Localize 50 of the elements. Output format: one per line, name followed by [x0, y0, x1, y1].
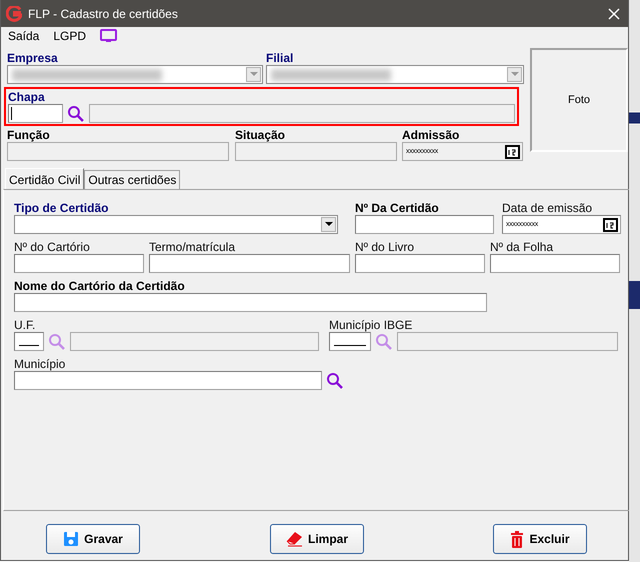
menu-item[interactable]: LGPD — [53, 28, 86, 42]
field-label: Nº do Cartório — [14, 240, 91, 254]
delete-button[interactable]: Excluir — [493, 524, 587, 554]
calendar-icon[interactable] — [603, 218, 618, 232]
eraser-icon — [284, 531, 303, 547]
field-label: Termo/matrícula — [149, 240, 236, 254]
photo-label: Foto — [568, 94, 590, 106]
close-icon[interactable] — [608, 8, 620, 20]
field-label: Município — [14, 357, 66, 371]
field-label: Tipo de Certidão — [14, 201, 110, 215]
municipio-field[interactable] — [14, 371, 322, 390]
field-label: Admissão — [402, 128, 460, 142]
field-label: U.F. — [14, 318, 36, 332]
window-title: FLP - Cadastro de certidões — [28, 6, 179, 20]
logo-icon — [6, 6, 22, 22]
clear-button[interactable]: Limpar — [270, 524, 364, 554]
search-icon[interactable] — [326, 372, 344, 390]
dropdown-arrow-icon — [510, 72, 518, 77]
livro-field[interactable] — [355, 254, 485, 273]
field-label: Data de emissão — [502, 201, 594, 215]
field-label: Situação — [235, 128, 286, 142]
field-label: Nº Da Certidão — [355, 201, 440, 215]
tab[interactable]: Outras certidões — [84, 170, 180, 189]
save-button[interactable]: Gravar — [46, 524, 140, 554]
municipio-ibge-field[interactable] — [329, 332, 371, 351]
field-label: Filial — [266, 51, 294, 65]
empresa-dropdown[interactable] — [7, 65, 263, 84]
chapa-field[interactable] — [8, 104, 63, 123]
field-label: Empresa — [7, 51, 59, 65]
search-icon[interactable] — [66, 104, 85, 122]
nome-cartorio-field[interactable] — [14, 293, 487, 312]
field-label: Função — [7, 128, 51, 142]
tab[interactable]: Certidão Civil — [5, 168, 84, 189]
folha-field[interactable] — [490, 254, 620, 273]
menu-item[interactable]: Saída — [8, 28, 40, 42]
cartorio-field[interactable] — [14, 254, 144, 273]
field-label: Nome do Cartório da Certidão — [14, 279, 186, 293]
numero-certidao-field[interactable] — [355, 215, 494, 234]
field-label: Nº da Folha — [490, 240, 554, 254]
dropdown-arrow-icon — [250, 72, 258, 77]
filial-dropdown[interactable] — [266, 65, 524, 84]
uf-field[interactable] — [14, 332, 44, 351]
tipo-dropdown[interactable] — [14, 215, 338, 234]
trash-icon — [510, 530, 524, 548]
termo-field[interactable] — [149, 254, 350, 273]
field-label: Município IBGE — [329, 318, 414, 332]
dropdown-arrow-icon — [324, 222, 332, 227]
field-label: Chapa — [8, 90, 46, 104]
monitor-icon[interactable] — [100, 28, 118, 42]
field-label: Nº do Livro — [355, 240, 416, 254]
